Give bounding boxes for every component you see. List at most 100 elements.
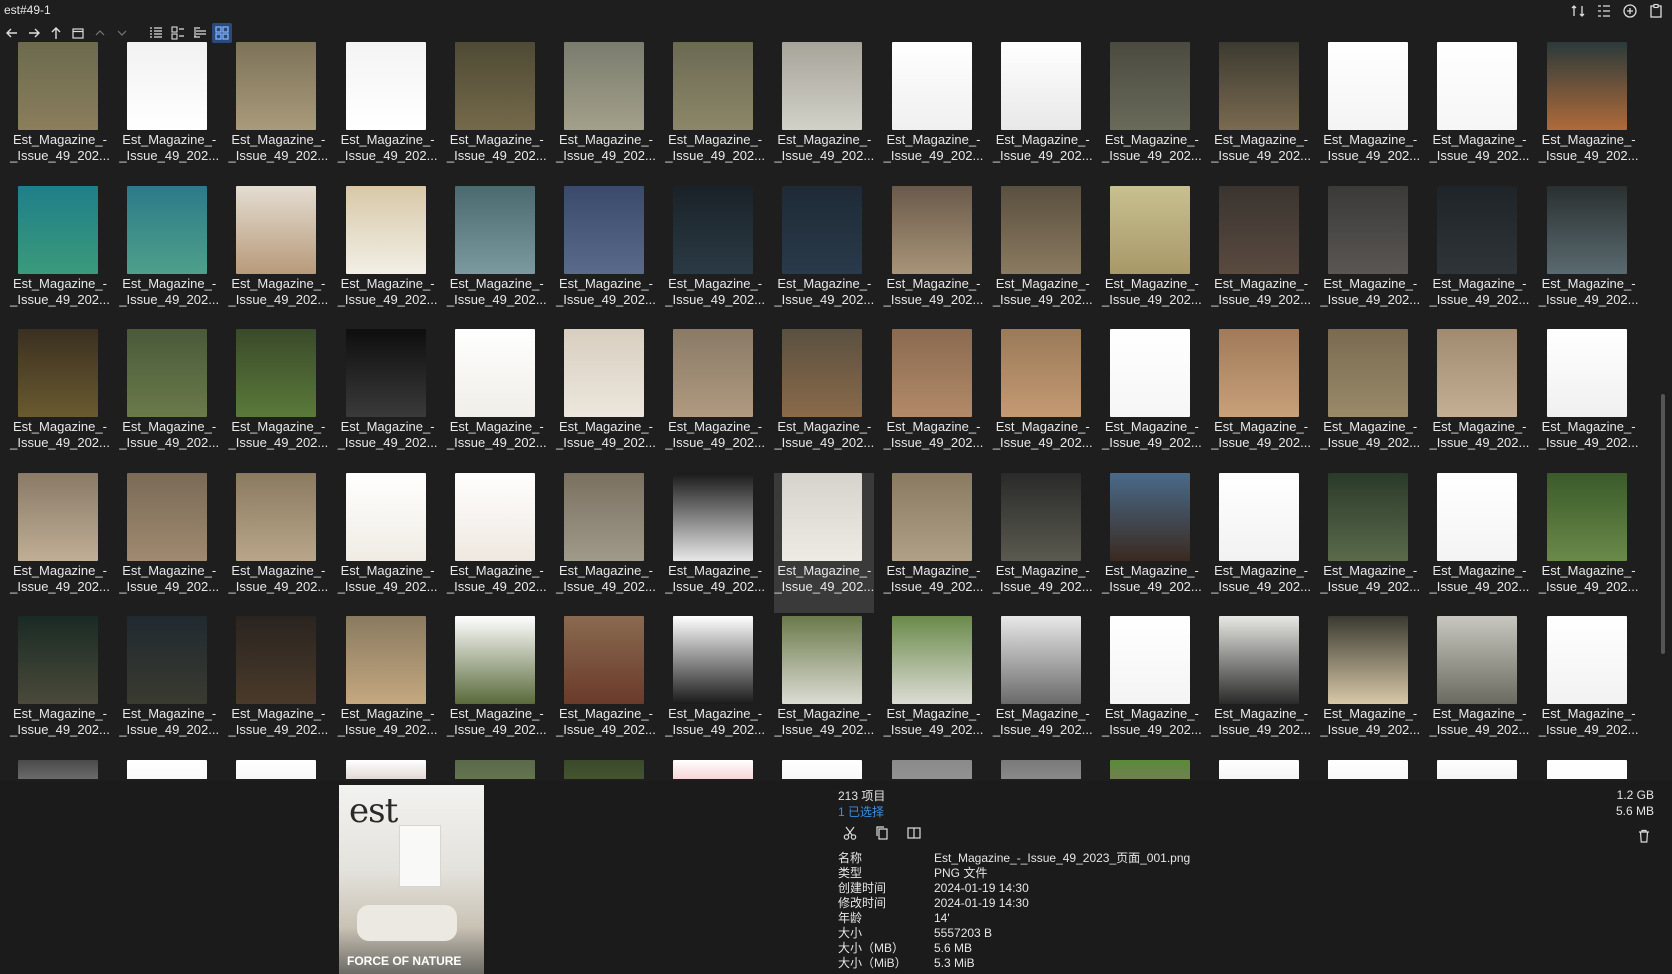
file-thumbnail[interactable]: Est_Magazine_- _Issue_49_202... bbox=[228, 329, 328, 469]
property-value[interactable]: 5557203 B bbox=[934, 926, 992, 941]
file-thumbnail[interactable] bbox=[1429, 759, 1529, 779]
tree-view-icon[interactable] bbox=[190, 23, 210, 43]
property-value[interactable]: 2024-01-19 14:30 bbox=[934, 881, 1029, 896]
file-thumbnail[interactable]: Est_Magazine_- _Issue_49_202... bbox=[228, 42, 328, 182]
file-thumbnail[interactable]: Est_Magazine_- _Issue_49_202... bbox=[447, 185, 547, 326]
list-view-icon[interactable] bbox=[146, 23, 166, 43]
file-thumbnail[interactable] bbox=[1211, 759, 1311, 779]
file-thumbnail[interactable]: Est_Magazine_- _Issue_49_202... bbox=[10, 329, 110, 469]
file-thumbnail[interactable]: Est_Magazine_- _Issue_49_202... bbox=[993, 329, 1093, 469]
file-thumbnail[interactable]: Est_Magazine_- _Issue_49_202... bbox=[1211, 472, 1311, 613]
file-thumbnail[interactable] bbox=[774, 759, 874, 779]
file-thumbnail[interactable]: Est_Magazine_- _Issue_49_202... bbox=[665, 329, 765, 469]
file-thumbnail[interactable]: Est_Magazine_- _Issue_49_202... bbox=[884, 616, 984, 756]
file-thumbnail[interactable]: Est_Magazine_- _Issue_49_202... bbox=[10, 472, 110, 613]
file-thumbnail[interactable]: Est_Magazine_- _Issue_49_202... bbox=[993, 185, 1093, 326]
file-thumbnail[interactable]: Est_Magazine_- _Issue_49_202... bbox=[993, 472, 1093, 613]
file-thumbnail[interactable]: Est_Magazine_- _Issue_49_202... bbox=[10, 185, 110, 326]
file-thumbnail[interactable]: Est_Magazine_- _Issue_49_202... bbox=[1429, 329, 1529, 469]
file-thumbnail[interactable]: Est_Magazine_- _Issue_49_202... bbox=[1320, 329, 1420, 469]
file-thumbnail[interactable]: Est_Magazine_- _Issue_49_202... bbox=[119, 42, 219, 182]
file-thumbnail-selected[interactable]: Est_Magazine_- _Issue_49_202... bbox=[774, 472, 875, 613]
file-thumbnail[interactable] bbox=[665, 759, 765, 779]
file-thumbnail[interactable] bbox=[1539, 759, 1639, 779]
copy-icon[interactable] bbox=[872, 823, 892, 843]
file-thumbnail[interactable]: Est_Magazine_- _Issue_49_202... bbox=[556, 616, 656, 756]
property-value[interactable]: 5.3 MiB bbox=[934, 956, 975, 971]
file-thumbnail[interactable]: Est_Magazine_- _Issue_49_202... bbox=[993, 616, 1093, 756]
file-thumbnail[interactable] bbox=[338, 759, 438, 779]
file-thumbnail[interactable]: Est_Magazine_- _Issue_49_202... bbox=[1429, 616, 1529, 756]
file-thumbnail[interactable] bbox=[10, 759, 110, 779]
file-thumbnail[interactable]: Est_Magazine_- _Issue_49_202... bbox=[10, 616, 110, 756]
file-thumbnail[interactable]: Est_Magazine_- _Issue_49_202... bbox=[665, 42, 765, 182]
file-thumbnail[interactable] bbox=[1102, 759, 1202, 779]
file-thumbnail[interactable]: Est_Magazine_- _Issue_49_202... bbox=[1320, 185, 1420, 326]
file-thumbnail[interactable]: Est_Magazine_- _Issue_49_202... bbox=[556, 329, 656, 469]
file-thumbnail[interactable]: Est_Magazine_- _Issue_49_202... bbox=[774, 185, 874, 326]
file-thumbnail[interactable]: Est_Magazine_- _Issue_49_202... bbox=[119, 185, 219, 326]
property-value[interactable]: 5.6 MB bbox=[934, 941, 972, 956]
file-thumbnail[interactable]: Est_Magazine_- _Issue_49_202... bbox=[119, 472, 219, 613]
chevron-down-icon[interactable] bbox=[112, 23, 132, 43]
clipboard-icon[interactable] bbox=[1646, 1, 1666, 21]
file-thumbnail[interactable]: Est_Magazine_- _Issue_49_202... bbox=[556, 472, 656, 613]
file-thumbnail[interactable]: Est_Magazine_- _Issue_49_202... bbox=[884, 329, 984, 469]
file-thumbnail[interactable]: Est_Magazine_- _Issue_49_202... bbox=[665, 616, 765, 756]
file-thumbnail[interactable]: Est_Magazine_- _Issue_49_202... bbox=[774, 616, 874, 756]
file-thumbnail[interactable] bbox=[1320, 759, 1420, 779]
file-thumbnail[interactable]: Est_Magazine_- _Issue_49_202... bbox=[228, 616, 328, 756]
file-thumbnail[interactable]: Est_Magazine_- _Issue_49_202... bbox=[1211, 42, 1311, 182]
file-thumbnail[interactable]: Est_Magazine_- _Issue_49_202... bbox=[1320, 42, 1420, 182]
arrow-up-icon[interactable] bbox=[46, 23, 66, 43]
file-thumbnail[interactable]: Est_Magazine_- _Issue_49_202... bbox=[1211, 329, 1311, 469]
file-thumbnail[interactable] bbox=[884, 759, 984, 779]
property-value[interactable]: 14' bbox=[934, 911, 950, 926]
file-thumbnail[interactable]: Est_Magazine_- _Issue_49_202... bbox=[993, 42, 1093, 182]
columns-icon[interactable] bbox=[1594, 1, 1614, 21]
file-thumbnail[interactable]: Est_Magazine_- _Issue_49_202... bbox=[556, 42, 656, 182]
file-thumbnail[interactable]: Est_Magazine_- _Issue_49_202... bbox=[338, 185, 438, 326]
file-thumbnail[interactable]: Est_Magazine_- _Issue_49_202... bbox=[1102, 185, 1202, 326]
details-view-icon[interactable] bbox=[168, 23, 188, 43]
chevron-up-icon[interactable] bbox=[90, 23, 110, 43]
file-thumbnail[interactable]: Est_Magazine_- _Issue_49_202... bbox=[1539, 329, 1639, 469]
file-thumbnail[interactable]: Est_Magazine_- _Issue_49_202... bbox=[884, 472, 984, 613]
file-thumbnail[interactable]: Est_Magazine_- _Issue_49_202... bbox=[665, 185, 765, 326]
file-thumbnail[interactable]: Est_Magazine_- _Issue_49_202... bbox=[556, 185, 656, 326]
file-thumbnail[interactable]: Est_Magazine_- _Issue_49_202... bbox=[1102, 329, 1202, 469]
file-thumbnail[interactable]: Est_Magazine_- _Issue_49_202... bbox=[1102, 616, 1202, 756]
file-thumbnail[interactable]: Est_Magazine_- _Issue_49_202... bbox=[338, 42, 438, 182]
file-thumbnail[interactable]: Est_Magazine_- _Issue_49_202... bbox=[1320, 616, 1420, 756]
selected-count[interactable]: 1 已选择 bbox=[838, 803, 884, 820]
file-thumbnail[interactable] bbox=[993, 759, 1093, 779]
arrow-right-icon[interactable] bbox=[24, 23, 44, 43]
file-thumbnail[interactable]: Est_Magazine_- _Issue_49_202... bbox=[774, 329, 874, 469]
file-thumbnail[interactable]: Est_Magazine_- _Issue_49_202... bbox=[774, 42, 874, 182]
file-thumbnail[interactable]: Est_Magazine_- _Issue_49_202... bbox=[1539, 616, 1639, 756]
file-thumbnail[interactable]: Est_Magazine_- _Issue_49_202... bbox=[884, 42, 984, 182]
file-thumbnail[interactable]: Est_Magazine_- _Issue_49_202... bbox=[665, 472, 765, 613]
file-thumbnail[interactable]: Est_Magazine_- _Issue_49_202... bbox=[228, 185, 328, 326]
file-thumbnail[interactable]: Est_Magazine_- _Issue_49_202... bbox=[884, 185, 984, 326]
file-thumbnail[interactable] bbox=[119, 759, 219, 779]
file-thumbnail[interactable]: Est_Magazine_- _Issue_49_202... bbox=[447, 42, 547, 182]
file-thumbnail[interactable] bbox=[228, 759, 328, 779]
file-thumbnail[interactable]: Est_Magazine_- _Issue_49_202... bbox=[447, 329, 547, 469]
arrow-left-icon[interactable] bbox=[2, 23, 22, 43]
file-thumbnail[interactable]: Est_Magazine_- _Issue_49_202... bbox=[119, 616, 219, 756]
file-thumbnail[interactable]: Est_Magazine_- _Issue_49_202... bbox=[338, 329, 438, 469]
trash-icon[interactable] bbox=[1634, 826, 1654, 846]
file-thumbnail[interactable]: Est_Magazine_- _Issue_49_202... bbox=[1539, 472, 1639, 613]
scrollbar-thumb[interactable] bbox=[1661, 394, 1665, 654]
split-icon[interactable] bbox=[904, 823, 924, 843]
file-thumbnail[interactable]: Est_Magazine_- _Issue_49_202... bbox=[338, 472, 438, 613]
file-thumbnail[interactable]: Est_Magazine_- _Issue_49_202... bbox=[1429, 185, 1529, 326]
file-thumbnail[interactable]: Est_Magazine_- _Issue_49_202... bbox=[1320, 472, 1420, 613]
thumbnail-grid-area[interactable]: Est_Magazine_- _Issue_49_202... Est_Magazi… bbox=[0, 42, 1650, 779]
file-thumbnail[interactable]: Est_Magazine_- _Issue_49_202... bbox=[447, 472, 547, 613]
file-thumbnail[interactable]: Est_Magazine_- _Issue_49_202... bbox=[338, 616, 438, 756]
file-thumbnail[interactable]: Est_Magazine_- _Issue_49_202... bbox=[1429, 472, 1529, 613]
file-thumbnail[interactable]: Est_Magazine_- _Issue_49_202... bbox=[1539, 185, 1639, 326]
window-icon[interactable] bbox=[68, 23, 88, 43]
